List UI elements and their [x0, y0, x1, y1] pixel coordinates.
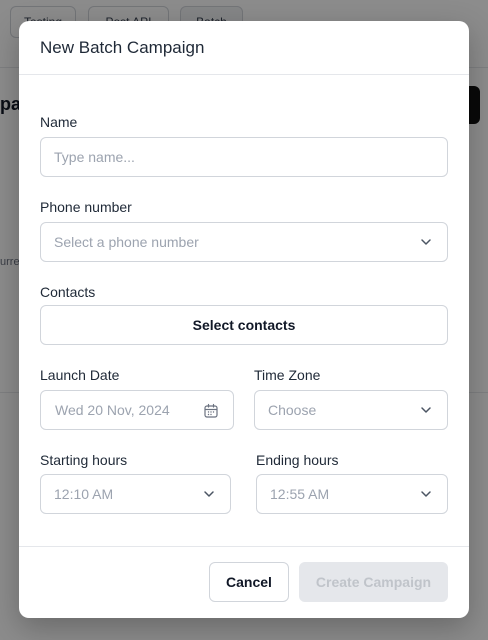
ending-hours-label: Ending hours [256, 452, 339, 468]
time-zone-placeholder: Choose [268, 402, 317, 418]
chevron-down-icon [421, 491, 431, 497]
contacts-label: Contacts [40, 284, 96, 300]
time-zone-label: Time Zone [254, 367, 321, 383]
chevron-down-icon [204, 491, 214, 497]
phone-number-placeholder: Select a phone number [54, 234, 199, 250]
name-input[interactable] [54, 149, 447, 165]
create-campaign-button[interactable]: Create Campaign [299, 562, 448, 602]
starting-hours-label: Starting hours [40, 452, 128, 468]
starting-hours-value: 12:10 AM [54, 486, 114, 502]
starting-hours-select[interactable]: 12:10 AM [40, 474, 231, 514]
dialog-header: New Batch Campaign [19, 21, 469, 75]
ending-hours-value: 12:55 AM [270, 486, 330, 502]
time-zone-select[interactable]: Choose [254, 390, 448, 430]
dialog-footer-divider [19, 546, 469, 547]
launch-date-value: Wed 20 Nov, 2024 [55, 402, 170, 418]
phone-number-label: Phone number [40, 199, 132, 215]
calendar-icon [204, 403, 218, 418]
cancel-button[interactable]: Cancel [209, 562, 289, 602]
new-batch-campaign-dialog: New Batch Campaign Name Phone number Sel… [19, 21, 469, 618]
ending-hours-select[interactable]: 12:55 AM [256, 474, 448, 514]
name-label: Name [40, 114, 78, 130]
select-contacts-button[interactable]: Select contacts [40, 305, 448, 345]
chevron-down-icon [421, 239, 431, 245]
dialog-title: New Batch Campaign [40, 37, 205, 57]
chevron-down-icon [421, 407, 431, 413]
phone-number-select[interactable]: Select a phone number [40, 222, 448, 262]
launch-date-picker[interactable]: Wed 20 Nov, 2024 [40, 390, 234, 430]
launch-date-label: Launch Date [40, 367, 120, 383]
name-field[interactable] [40, 137, 448, 177]
